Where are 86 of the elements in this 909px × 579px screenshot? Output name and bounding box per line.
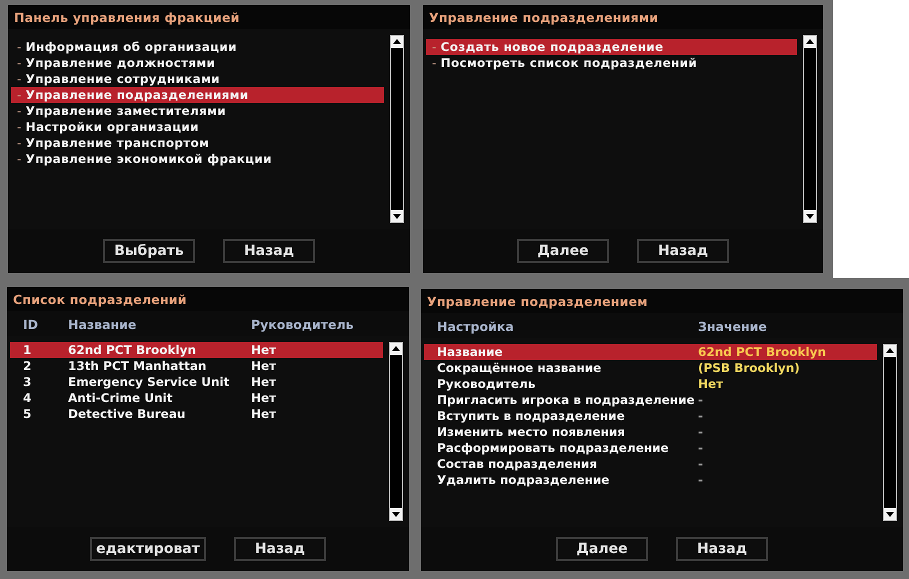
table-cell-text: Нет — [251, 359, 278, 373]
table-cell-text: 62nd PCT Brooklyn — [68, 343, 197, 357]
table-cell-text: - — [698, 409, 704, 423]
column-header: ID — [23, 317, 40, 332]
table-row[interactable]: Название 62nd PCT Brooklyn — [424, 344, 877, 360]
menu-item[interactable]: - Управление должностями — [11, 55, 384, 71]
menu-item[interactable]: - Информация об организации — [11, 39, 384, 55]
menu-item[interactable]: - Управление экономикой фракции — [11, 151, 384, 167]
table-cell-text: - — [698, 441, 704, 455]
dialog-button[interactable]: Назад — [223, 239, 315, 263]
menu-item[interactable]: - Настройки организации — [11, 119, 384, 135]
table-cell-text: Расформировать подразделение — [437, 441, 670, 455]
table-cell-text: - — [698, 393, 704, 407]
table-cell-text: 1 — [23, 343, 32, 357]
table-row[interactable]: 4 Anti-Crime Unit Нет — [10, 390, 383, 406]
scroll-up-icon[interactable] — [804, 36, 816, 48]
table-row[interactable]: Сокращённое название (PSB Brooklyn) — [424, 360, 877, 376]
table-row[interactable]: 2 13th PCT Manhattan Нет — [10, 358, 383, 374]
column-header: Руководитель — [251, 317, 355, 332]
table-cell-text: 4 — [23, 391, 32, 405]
table-cell-text: 2 — [23, 359, 32, 373]
table-cell-text: Состав подразделения — [437, 457, 598, 471]
dialog-button[interactable]: Далее — [517, 239, 609, 263]
column-header: Значение — [698, 319, 768, 334]
menu-item[interactable]: - Управление заместителями — [11, 103, 384, 119]
window-title: Панель управления фракцией — [8, 5, 410, 29]
scroll-up-icon[interactable] — [884, 345, 896, 357]
table-cell-text: 13th PCT Manhattan — [68, 359, 208, 373]
table-cell-text: Нет — [251, 407, 278, 421]
table-cell-text: Detective Bureau — [68, 407, 186, 421]
table-cell-text: Вступить в подразделение — [437, 409, 626, 423]
table-cell-text: Пригласить игрока в подразделение — [437, 393, 696, 407]
scroll-down-icon[interactable] — [884, 508, 896, 520]
table-cell-text: Руководитель — [437, 377, 536, 391]
menu-item[interactable]: - Создать новое подразделение — [426, 39, 797, 55]
scroll-up-icon[interactable] — [391, 36, 403, 48]
dialog-button[interactable]: Выбрать — [103, 239, 195, 263]
table-cell-text: Emergency Service Unit — [68, 375, 230, 389]
table-cell-text: Нет — [251, 391, 278, 405]
scroll-up-icon[interactable] — [390, 343, 402, 355]
window-title: Управление подразделением — [421, 289, 903, 313]
table-cell-text: 62nd PCT Brooklyn — [698, 345, 827, 359]
table-row[interactable]: Удалить подразделение - — [424, 472, 877, 488]
table-cell-text: - — [698, 457, 704, 471]
table-row[interactable]: Состав подразделения - — [424, 456, 877, 472]
scrollbar[interactable] — [803, 35, 817, 223]
table-row[interactable]: 3 Emergency Service Unit Нет — [10, 374, 383, 390]
dialog-button[interactable]: Назад — [676, 537, 768, 561]
dialog-button[interactable]: Назад — [234, 537, 326, 561]
menu-item[interactable]: - Управление сотрудниками — [11, 71, 384, 87]
table-cell-text: Anti-Crime Unit — [68, 391, 174, 405]
window-title: Управление подразделениями — [423, 5, 823, 29]
table-row[interactable]: 5 Detective Bureau Нет — [10, 406, 383, 422]
scroll-down-icon[interactable] — [804, 210, 816, 222]
table-row[interactable]: Расформировать подразделение - — [424, 440, 877, 456]
table-cell-text: 3 — [23, 375, 32, 389]
table-cell-text: 5 — [23, 407, 32, 421]
table-row[interactable]: 1 62nd PCT Brooklyn Нет — [10, 342, 383, 358]
table-cell-text: - — [698, 473, 704, 487]
dialog-button[interactable]: Назад — [637, 239, 729, 263]
scroll-down-icon[interactable] — [391, 210, 403, 222]
dialog-button[interactable]: едактироват — [90, 537, 206, 561]
table-cell-text: Нет — [251, 343, 278, 357]
table-cell-text: Нет — [251, 375, 278, 389]
menu-item[interactable]: - Посмотреть список подразделений — [426, 55, 797, 71]
table-row[interactable]: Руководитель Нет — [424, 376, 877, 392]
table-cell-text: Нет — [698, 377, 724, 391]
scroll-down-icon[interactable] — [390, 508, 402, 520]
table-cell-text: (PSB Brooklyn) — [698, 361, 801, 375]
scrollbar[interactable] — [883, 344, 897, 521]
table-cell-text: Сокращённое название — [437, 361, 602, 375]
table-cell-text: - — [698, 425, 704, 439]
table-row[interactable]: Вступить в подразделение - — [424, 408, 877, 424]
column-header: Настройка — [437, 319, 515, 334]
column-header: Название — [68, 317, 138, 332]
table-cell-text: Название — [437, 345, 504, 359]
scrollbar[interactable] — [389, 342, 403, 521]
dialog-button[interactable]: Далее — [556, 537, 648, 561]
table-row[interactable]: Изменить место появления - — [424, 424, 877, 440]
scrollbar[interactable] — [390, 35, 404, 223]
menu-item[interactable]: - Управление подразделениями — [11, 87, 384, 103]
window-title: Список подразделений — [7, 287, 409, 311]
table-cell-text: Изменить место появления — [437, 425, 626, 439]
table-row[interactable]: Пригласить игрока в подразделение - — [424, 392, 877, 408]
table-cell-text: Удалить подразделение — [437, 473, 610, 487]
menu-item[interactable]: - Управление транспортом — [11, 135, 384, 151]
